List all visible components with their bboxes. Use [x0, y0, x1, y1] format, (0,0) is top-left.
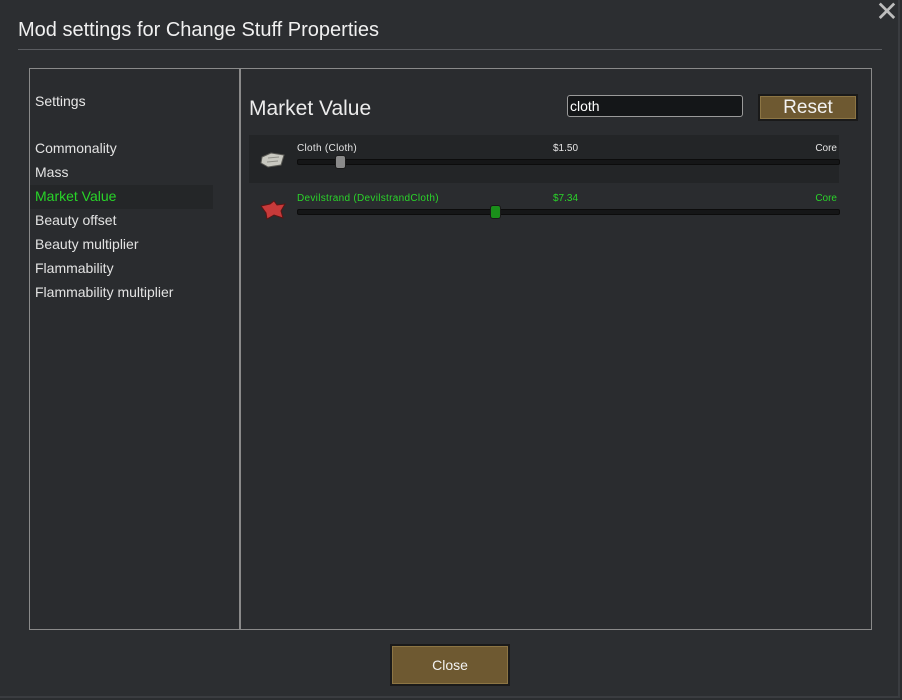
mod-settings-window: Mod settings for Change Stuff Properties… — [0, 0, 900, 698]
window-title: Mod settings for Change Stuff Properties — [18, 19, 379, 41]
slider-thumb[interactable] — [490, 205, 501, 219]
stuff-row-cloth: Cloth (Cloth) $1.50 Core — [249, 135, 840, 183]
category-item-beauty-multiplier[interactable]: Beauty multiplier — [30, 233, 213, 257]
category-item-mass[interactable]: Mass — [30, 161, 213, 185]
category-item-market-value[interactable]: Market Value — [30, 185, 213, 209]
stuff-value: $7.34 — [553, 193, 579, 204]
close-icon[interactable]: ✕ — [874, 0, 900, 26]
category-panel: Settings Commonality Mass Market Value B… — [29, 68, 240, 630]
stuff-source: Core — [815, 143, 837, 154]
stuff-name: Cloth (Cloth) — [297, 143, 358, 154]
title-divider — [18, 49, 882, 50]
close-button[interactable]: Close — [390, 644, 510, 686]
stuff-value: $1.50 — [553, 143, 579, 154]
reset-button[interactable]: Reset — [758, 94, 858, 121]
stuff-row-devilstrand: Devilstrand (DevilstrandCloth) $7.34 Cor… — [249, 185, 840, 233]
category-item-flammability[interactable]: Flammability — [30, 257, 213, 281]
slider-thumb[interactable] — [335, 155, 346, 169]
market-value-slider[interactable] — [297, 205, 840, 219]
market-value-slider[interactable] — [297, 155, 840, 169]
devilstrand-icon — [260, 200, 286, 220]
category-item-beauty-offset[interactable]: Beauty offset — [30, 209, 213, 233]
stuff-source: Core — [815, 193, 837, 204]
search-input[interactable] — [567, 95, 743, 117]
category-item-commonality[interactable]: Commonality — [30, 137, 213, 161]
settings-heading: Settings — [35, 93, 86, 109]
section-title: Market Value — [249, 97, 372, 120]
category-list: Commonality Mass Market Value Beauty off… — [30, 137, 213, 305]
settings-panel: Market Value Reset Cloth (Cloth) $1.50 C… — [240, 68, 872, 630]
stuff-name: Devilstrand (DevilstrandCloth) — [297, 193, 439, 204]
category-item-flammability-multiplier[interactable]: Flammability multiplier — [30, 281, 213, 305]
cloth-icon — [260, 152, 285, 168]
